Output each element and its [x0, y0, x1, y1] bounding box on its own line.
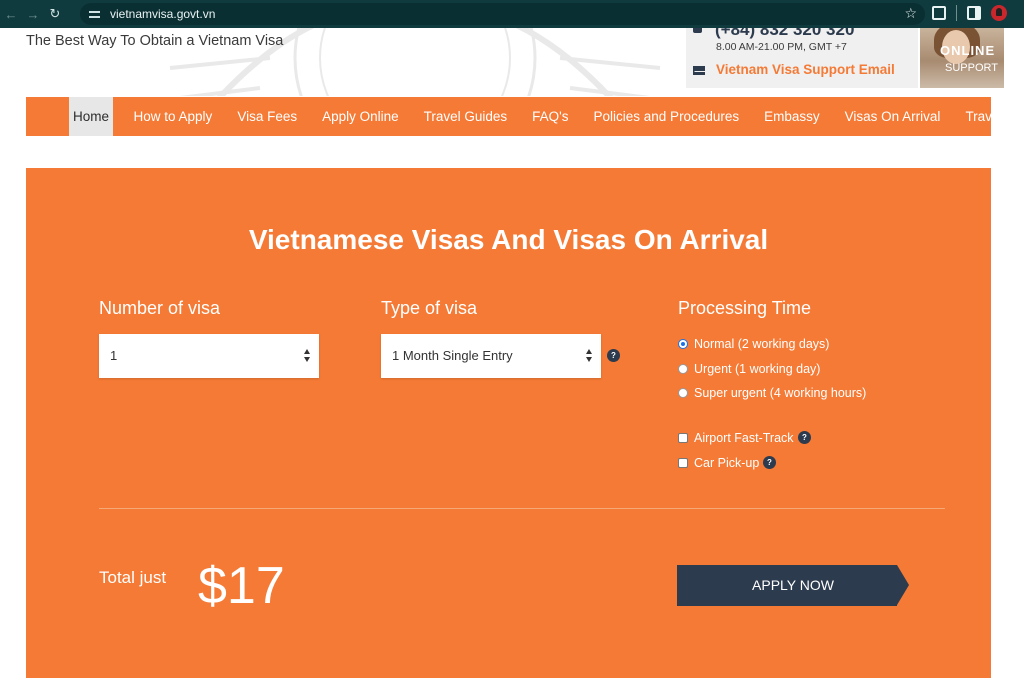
site-settings-icon[interactable] — [88, 8, 102, 20]
site-header: The Best Way To Obtain a Vietnam Visa (+… — [0, 28, 1024, 96]
browser-toolbar: ← → ↻ vietnamvisa.govt.vn ☆ — [0, 0, 1024, 28]
processing-option-urgent[interactable]: Urgent (1 working day) — [678, 362, 820, 376]
type-of-visa-label: Type of visa — [381, 298, 478, 318]
radio-super-urgent[interactable] — [678, 388, 688, 398]
section-divider — [99, 508, 945, 509]
main-nav: Home How to Apply Visa Fees Apply Online… — [26, 97, 1024, 136]
support-subtitle: SUPPORT — [945, 62, 998, 74]
apply-now-button[interactable]: APPLY NOW — [677, 565, 909, 606]
processing-option-label: Normal (2 working days) — [694, 337, 830, 351]
address-bar[interactable]: vietnamvisa.govt.vn ☆ — [80, 3, 925, 25]
help-icon[interactable]: ? — [607, 349, 620, 362]
help-icon[interactable]: ? — [798, 431, 811, 444]
visa-calculator-panel: Vietnamese Visas And Visas On Arrival Nu… — [26, 168, 991, 678]
checkbox-car-pickup[interactable] — [678, 458, 688, 468]
envelope-icon — [693, 66, 705, 75]
processing-time-label: Processing Time — [678, 298, 812, 318]
nav-embassy[interactable]: Embassy — [752, 97, 833, 136]
toolbar-divider — [956, 5, 957, 21]
nav-how-to-apply[interactable]: How to Apply — [121, 97, 225, 136]
support-email-link[interactable]: Vietnam Visa Support Email — [716, 62, 895, 77]
star-icon[interactable]: ☆ — [904, 5, 917, 22]
number-of-visa-select[interactable]: 1 — [99, 334, 319, 378]
number-of-visa-label: Number of visa — [99, 298, 221, 318]
phone-icon — [693, 28, 702, 33]
arrow-right-icon[interactable]: → — [22, 7, 44, 22]
help-icon[interactable]: ? — [763, 456, 776, 469]
number-of-visa-value: 1 — [110, 348, 118, 363]
total-price: $17 — [198, 557, 285, 615]
extra-option-label: Airport Fast-Track — [694, 431, 794, 445]
type-of-visa-value: 1 Month Single Entry — [392, 348, 513, 363]
radio-urgent[interactable] — [678, 364, 688, 374]
extra-option-label: Car Pick-up — [694, 456, 760, 470]
extra-airport-fast-track[interactable]: Airport Fast-Track — [678, 431, 794, 445]
nav-home[interactable]: Home — [69, 97, 114, 136]
browser-extensions — [932, 5, 1007, 21]
processing-option-super-urgent[interactable]: Super urgent (4 working hours) — [678, 386, 866, 400]
profile-avatar[interactable] — [991, 5, 1007, 21]
extra-car-pickup[interactable]: Car Pick-up — [678, 456, 759, 470]
business-hours: 8.00 AM-21.00 PM, GMT +7 — [716, 41, 847, 53]
reload-icon[interactable]: ↻ — [44, 6, 66, 22]
nav-travel-guides[interactable]: Travel Guides — [411, 97, 520, 136]
nav-visa-fees[interactable]: Visa Fees — [225, 97, 310, 136]
side-panel-icon[interactable] — [967, 6, 981, 20]
total-label: Total just — [99, 568, 167, 587]
nav-apply-online[interactable]: Apply Online — [310, 97, 412, 136]
url-text[interactable]: vietnamvisa.govt.vn — [110, 7, 215, 21]
online-support-banner[interactable]: ONLINE SUPPORT — [920, 28, 1004, 88]
nav-travel-tips[interactable]: Travel Tips — [953, 97, 1024, 136]
radio-normal[interactable] — [678, 339, 688, 349]
processing-option-normal[interactable]: Normal (2 working days) — [678, 337, 829, 351]
checkbox-airport-fast-track[interactable] — [678, 433, 688, 443]
select-arrows-icon — [304, 349, 310, 363]
nav-faqs[interactable]: FAQ's — [520, 97, 581, 136]
nav-policies[interactable]: Policies and Procedures — [581, 97, 752, 136]
phone-number[interactable]: (+84) 832 320 320 — [715, 28, 854, 40]
select-arrows-icon — [586, 349, 592, 363]
support-title: ONLINE — [940, 43, 996, 58]
panel-title: Vietnamese Visas And Visas On Arrival — [248, 224, 769, 255]
apply-button-label: APPLY NOW — [752, 577, 834, 593]
processing-option-label: Super urgent (4 working hours) — [694, 386, 867, 400]
arrow-left-icon[interactable]: ← — [0, 7, 22, 22]
nav-visas-on-arrival[interactable]: Visas On Arrival — [832, 97, 953, 136]
site-tagline: The Best Way To Obtain a Vietnam Visa — [26, 33, 284, 49]
type-of-visa-select[interactable]: 1 Month Single Entry — [381, 334, 601, 378]
extensions-icon[interactable] — [932, 6, 946, 20]
processing-option-label: Urgent (1 working day) — [694, 362, 821, 376]
